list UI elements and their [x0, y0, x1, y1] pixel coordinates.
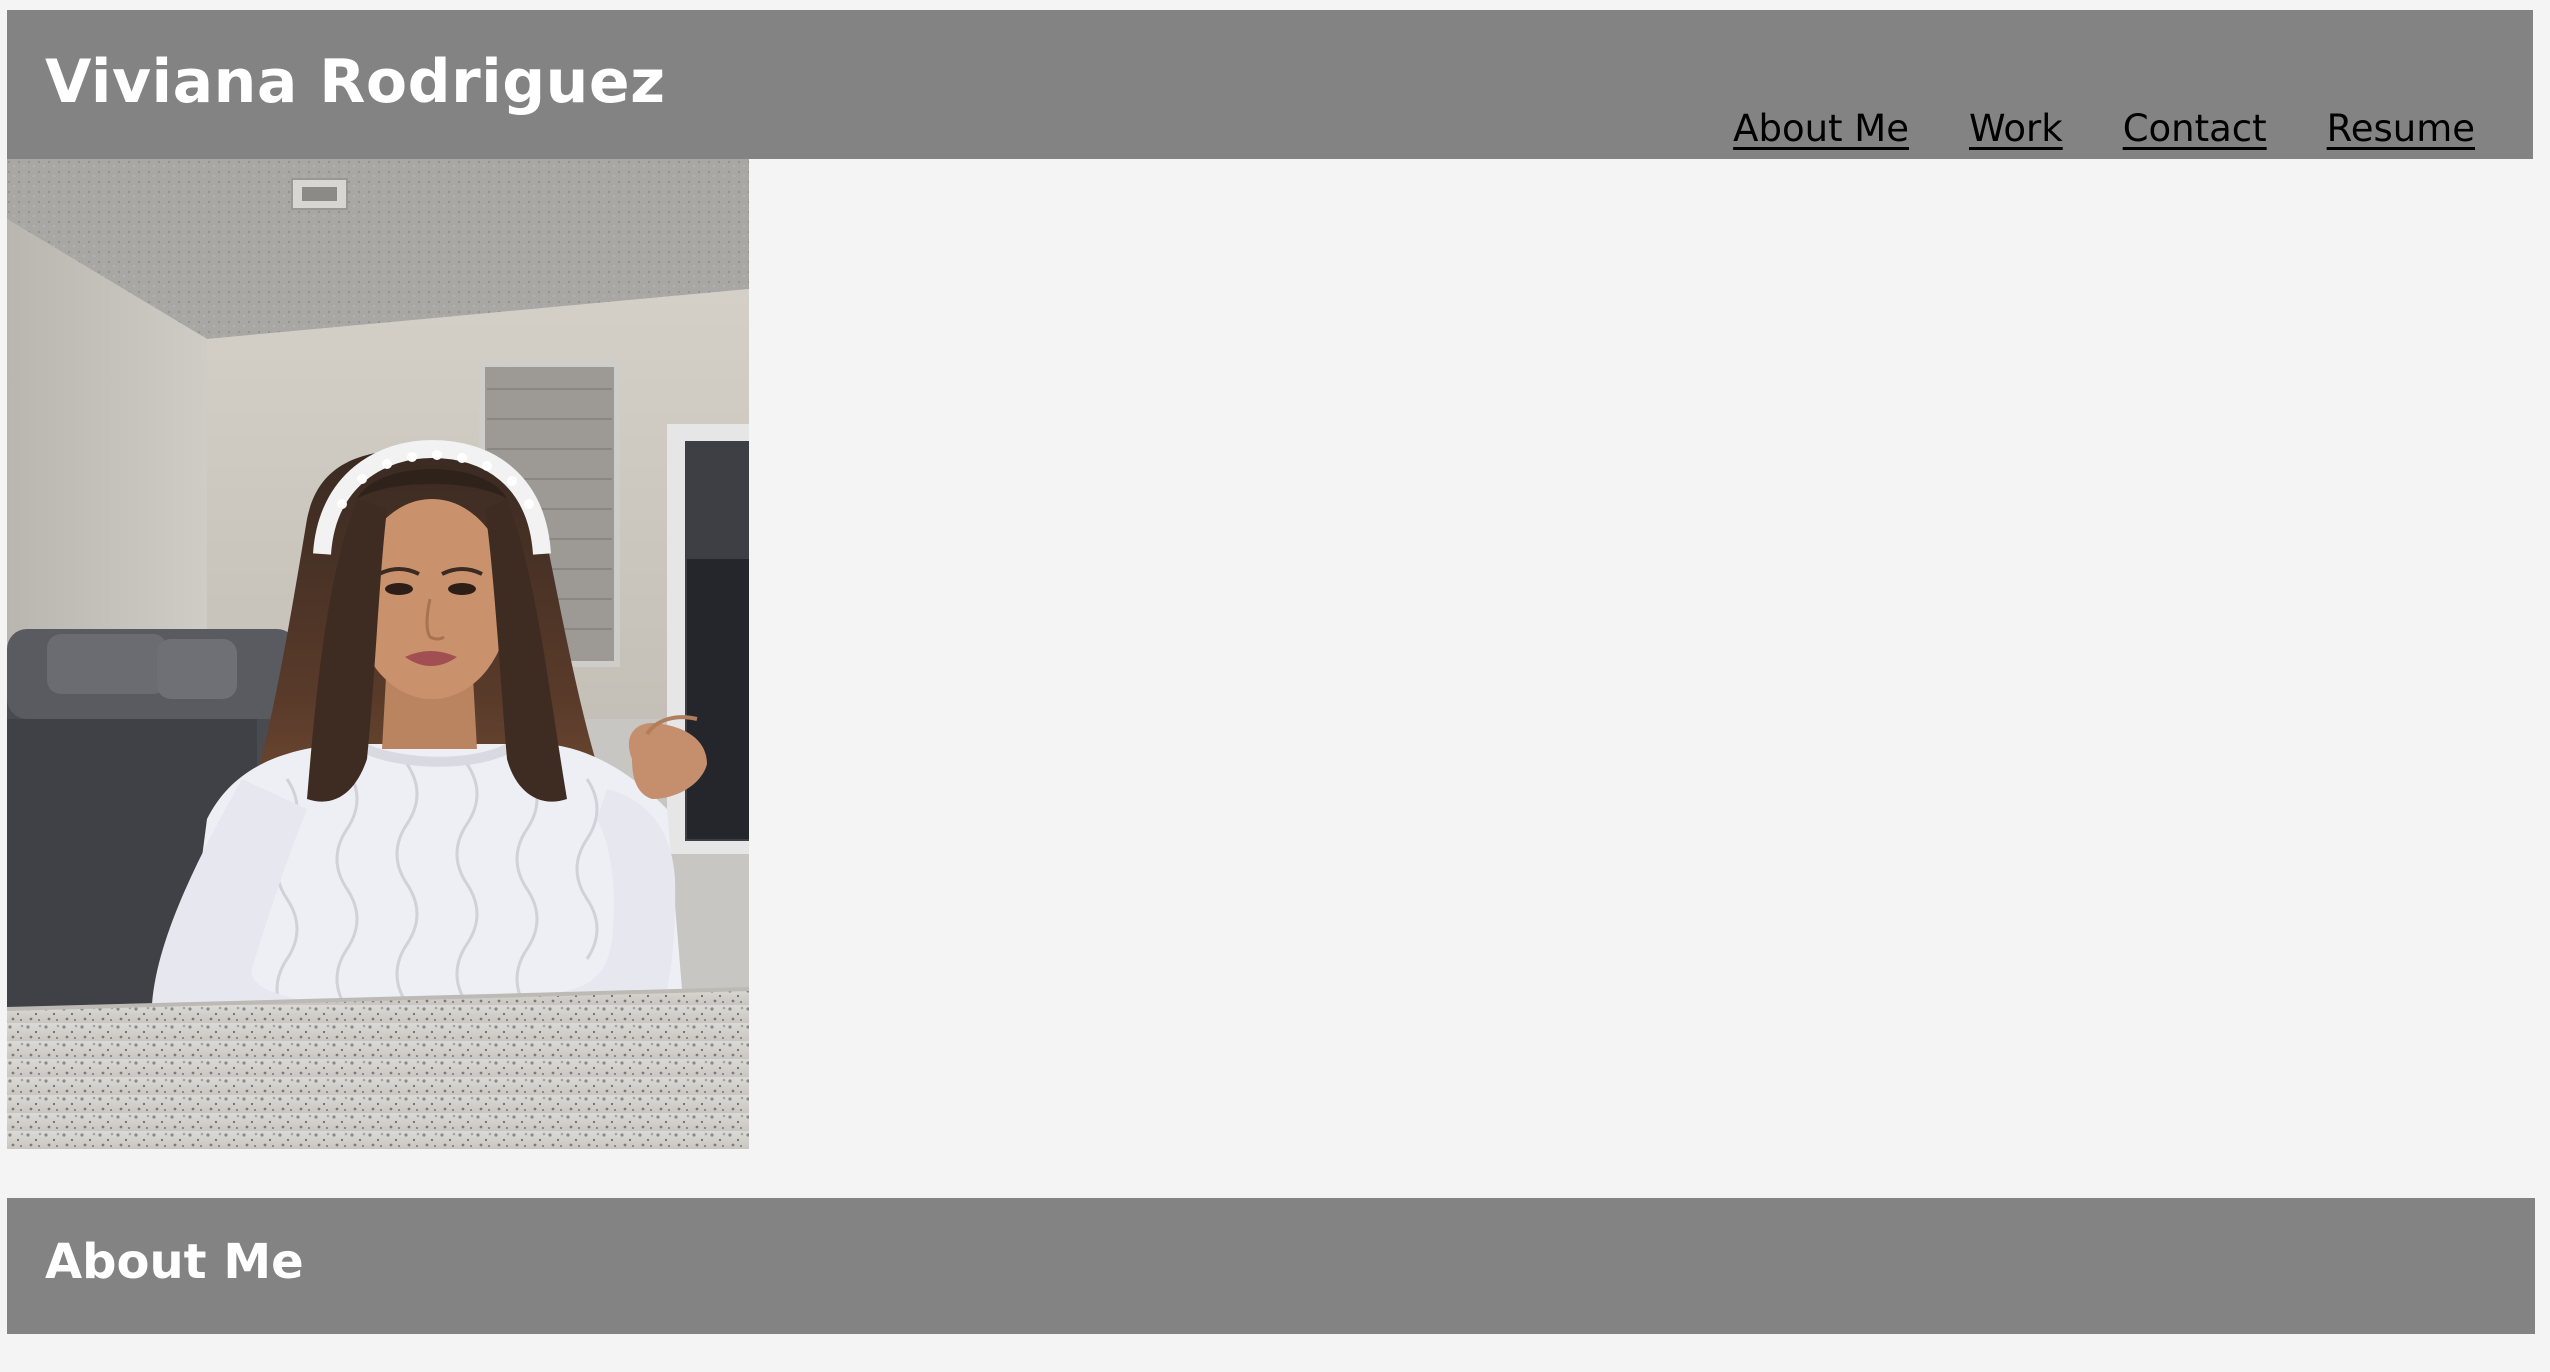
site-title: Viviana Rodriguez: [45, 47, 666, 117]
nav-link-work[interactable]: Work: [1969, 110, 2063, 147]
nav-link-resume[interactable]: Resume: [2327, 110, 2475, 147]
profile-photo: [7, 159, 749, 1149]
about-section-title: About Me: [45, 1234, 304, 1290]
profile-photo-illustration: [7, 159, 749, 1149]
site-header: Viviana Rodriguez About Me Work Contact …: [7, 10, 2533, 159]
main-nav: About Me Work Contact Resume: [1733, 110, 2475, 147]
nav-link-about-me[interactable]: About Me: [1733, 110, 1909, 147]
about-section-header: About Me: [7, 1198, 2535, 1334]
nav-link-contact[interactable]: Contact: [2123, 110, 2267, 147]
